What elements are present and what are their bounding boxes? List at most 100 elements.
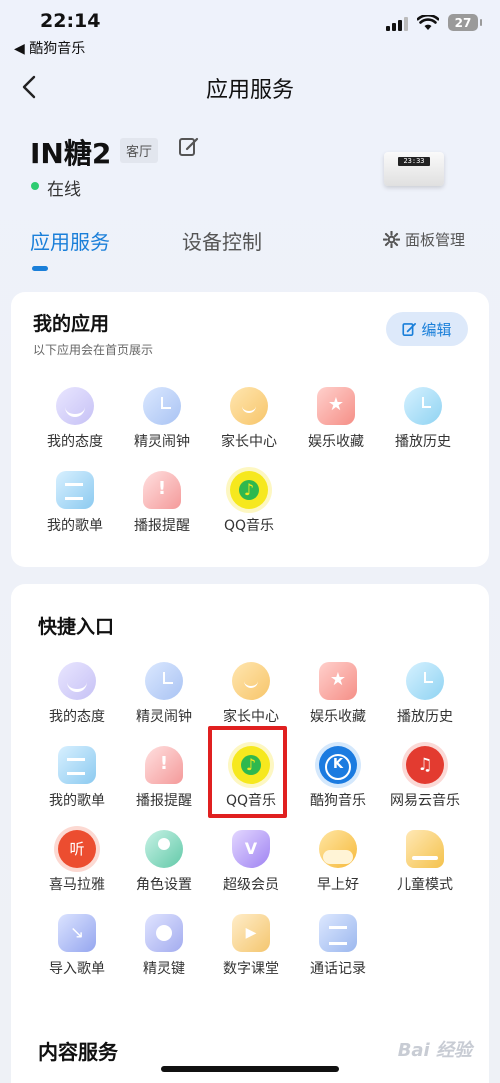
device-screen-time: 23:33 (398, 157, 430, 166)
quick-app-import-playlist[interactable]: 导入歌单 (33, 914, 121, 978)
vip-diamond-icon (232, 830, 270, 868)
smart-speaker-image: 23:33 (384, 152, 444, 186)
child-face-icon (230, 387, 268, 425)
smile-icon (58, 662, 96, 700)
room-tag: 客厅 (120, 138, 159, 163)
quick-app-spirit-key[interactable]: 精灵键 (120, 914, 208, 978)
app-label: 我的歌单 (49, 793, 105, 809)
app-label: 数字课堂 (223, 961, 279, 977)
quick-app-ximalaya[interactable]: 喜马拉雅 (33, 830, 121, 894)
quick-app-reminder[interactable]: 播报提醒 (120, 746, 208, 810)
online-status-dot (31, 182, 39, 190)
panel-management-label: 面板管理 (405, 231, 466, 249)
app-label: 角色设置 (136, 877, 192, 893)
device-name: IN糖2 (30, 137, 112, 170)
my-apps-title: 我的应用 (33, 313, 110, 335)
quick-app-digital-class[interactable]: 数字课堂 (207, 914, 295, 978)
app-label: 家长中心 (223, 709, 279, 725)
app-label: 我的态度 (47, 434, 103, 450)
my-apps-card: 我的应用 以下应用会在首页展示 编辑 我的态度 精灵闹钟 家长中心 娱乐收藏 播… (11, 292, 489, 567)
online-status-text: 在线 (47, 180, 81, 200)
person-icon (145, 830, 183, 868)
play-video-icon (232, 914, 270, 952)
quick-entry-card: 快捷入口 我的态度 精灵闹钟 家长中心 娱乐收藏 播放历史 我的歌单 播报提醒 … (11, 584, 489, 1083)
app-label: 精灵闹钟 (134, 434, 190, 450)
status-time: 22:14 (40, 10, 101, 32)
app-label: 早上好 (317, 877, 359, 893)
bell-icon (143, 471, 181, 509)
battery-icon: 27 (448, 14, 482, 31)
app-label: 娱乐收藏 (310, 709, 366, 725)
quick-app-netease-music[interactable]: 网易云音乐 (381, 746, 469, 810)
my-apps-subtitle: 以下应用会在首页展示 (33, 343, 154, 357)
netease-music-icon (406, 746, 444, 784)
my-app-alarm[interactable]: 精灵闹钟 (118, 387, 206, 451)
app-label: 酷狗音乐 (310, 793, 366, 809)
bell-icon (145, 746, 183, 784)
gear-icon (383, 231, 400, 248)
app-label: 超级会员 (223, 877, 279, 893)
status-bar: 22:14 ◀ 酷狗音乐 27 (0, 0, 500, 62)
app-label: 精灵键 (143, 961, 185, 977)
app-label: 我的态度 (49, 709, 105, 725)
my-app-qq-music[interactable]: QQ音乐 (205, 471, 293, 535)
quick-app-attitude[interactable]: 我的态度 (33, 662, 121, 726)
alarm-clock-icon (145, 662, 183, 700)
edit-label: 编辑 (421, 320, 452, 339)
my-app-playlist[interactable]: 我的歌单 (31, 471, 119, 535)
child-face-icon (232, 662, 270, 700)
quick-app-good-morning[interactable]: 早上好 (294, 830, 382, 894)
clock-icon (406, 662, 444, 700)
my-app-favorites[interactable]: 娱乐收藏 (292, 387, 380, 451)
my-app-attitude[interactable]: 我的态度 (31, 387, 119, 451)
content-services-title: 内容服务 (38, 1040, 118, 1064)
quick-app-parent-center[interactable]: 家长中心 (207, 662, 295, 726)
my-app-parent-center[interactable]: 家长中心 (205, 387, 293, 451)
app-label: 家长中心 (221, 434, 277, 450)
quick-entry-title: 快捷入口 (38, 616, 115, 638)
app-label: 我的歌单 (47, 518, 103, 534)
import-icon (58, 914, 96, 952)
quick-app-kids-mode[interactable]: 儿童模式 (381, 830, 469, 894)
active-tab-indicator (32, 266, 48, 271)
quick-app-role-settings[interactable]: 角色设置 (120, 830, 208, 894)
quick-app-kugou-music[interactable]: 酷狗音乐 (294, 746, 382, 810)
quick-app-playlist[interactable]: 我的歌单 (33, 746, 121, 810)
ximalaya-icon (58, 830, 96, 868)
app-label: 播放历史 (395, 434, 451, 450)
playlist-icon (58, 746, 96, 784)
quick-app-history[interactable]: 播放历史 (381, 662, 469, 726)
watermark: Bai 经验 (397, 1040, 472, 1061)
quick-app-call-log[interactable]: 通话记录 (294, 914, 382, 978)
app-label: 通话记录 (310, 961, 366, 977)
back-to-app-link[interactable]: ◀ 酷狗音乐 (14, 38, 85, 58)
app-label: 播放历史 (397, 709, 453, 725)
panel-management-button[interactable]: 面板管理 (383, 229, 465, 250)
rocking-horse-icon (406, 830, 444, 868)
app-label: 娱乐收藏 (308, 434, 364, 450)
my-app-reminder[interactable]: 播报提醒 (118, 471, 206, 535)
quick-app-alarm[interactable]: 精灵闹钟 (120, 662, 208, 726)
app-label: 网易云音乐 (390, 793, 460, 809)
app-label: 喜马拉雅 (49, 877, 105, 893)
star-folder-icon (317, 387, 355, 425)
playlist-icon (56, 471, 94, 509)
app-label: 导入歌单 (49, 961, 105, 977)
app-label: QQ音乐 (223, 518, 275, 534)
edit-icon (402, 322, 417, 336)
page-title: 应用服务 (205, 78, 294, 103)
app-label: 播报提醒 (136, 793, 192, 809)
tab-device-control[interactable]: 设备控制 (182, 226, 262, 255)
quick-app-vip[interactable]: 超级会员 (207, 830, 295, 894)
edit-apps-button[interactable]: 编辑 (386, 312, 468, 346)
app-label: 儿童模式 (397, 877, 453, 893)
wifi-icon (417, 14, 439, 30)
call-log-icon (319, 914, 357, 952)
tab-app-services[interactable]: 应用服务 (30, 226, 110, 255)
edit-name-icon[interactable] (177, 135, 201, 159)
app-label: 播报提醒 (134, 518, 190, 534)
home-indicator[interactable] (161, 1066, 339, 1072)
quick-app-favorites[interactable]: 娱乐收藏 (294, 662, 382, 726)
kugou-music-icon (319, 746, 357, 784)
my-app-history[interactable]: 播放历史 (379, 387, 467, 451)
